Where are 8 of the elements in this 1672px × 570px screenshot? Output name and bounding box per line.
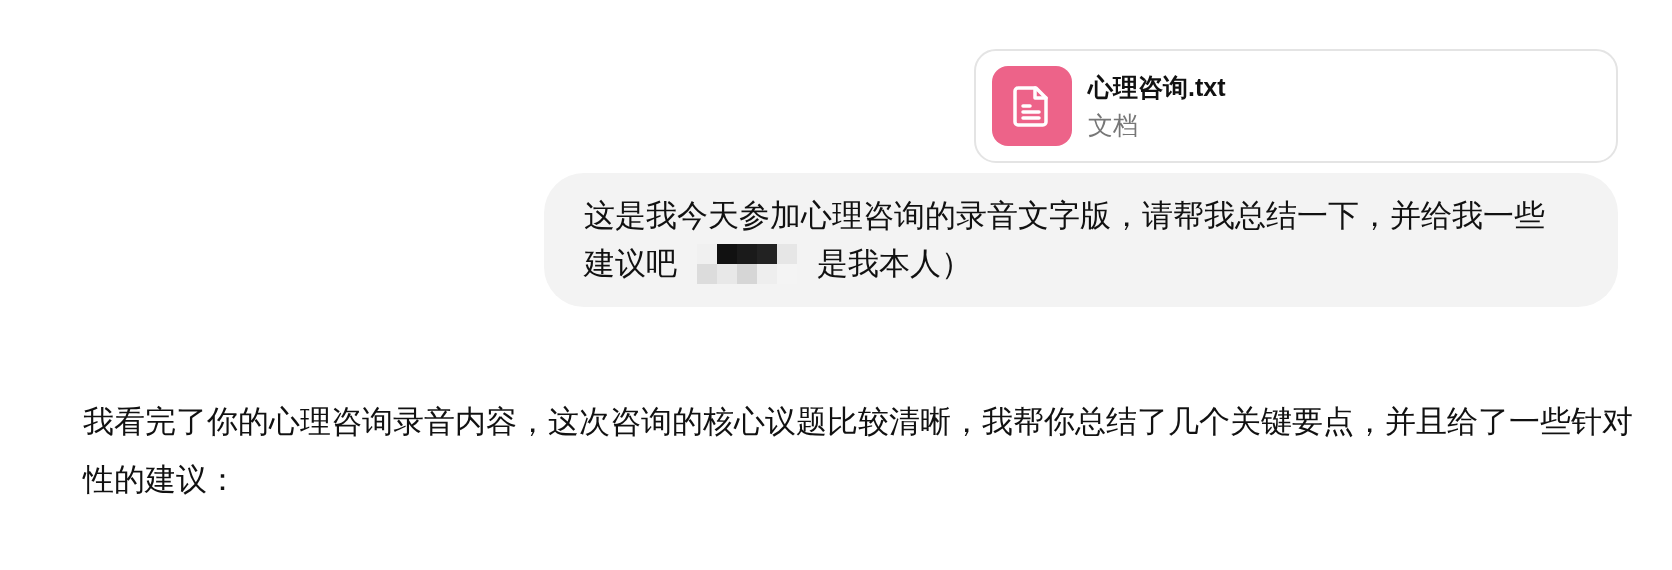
file-card[interactable]: 心理咨询.txt 文档 [974,49,1618,163]
message-text: 建议吧 [584,245,677,283]
message-text: 这是我今天参加心理咨询的录音文字版，请帮我总结一下，并给我一些 [584,197,1545,235]
message-text: 是我本人） [817,245,972,283]
file-name: 心理咨询.txt [1088,72,1226,103]
document-icon [992,66,1072,146]
file-type: 文档 [1088,110,1139,141]
assistant-message: 我看完了你的心理咨询录音内容，这次咨询的核心议题比较清晰，我帮你总结了几个关键要点，并且给了一些针对性的建议： [83,403,1634,499]
